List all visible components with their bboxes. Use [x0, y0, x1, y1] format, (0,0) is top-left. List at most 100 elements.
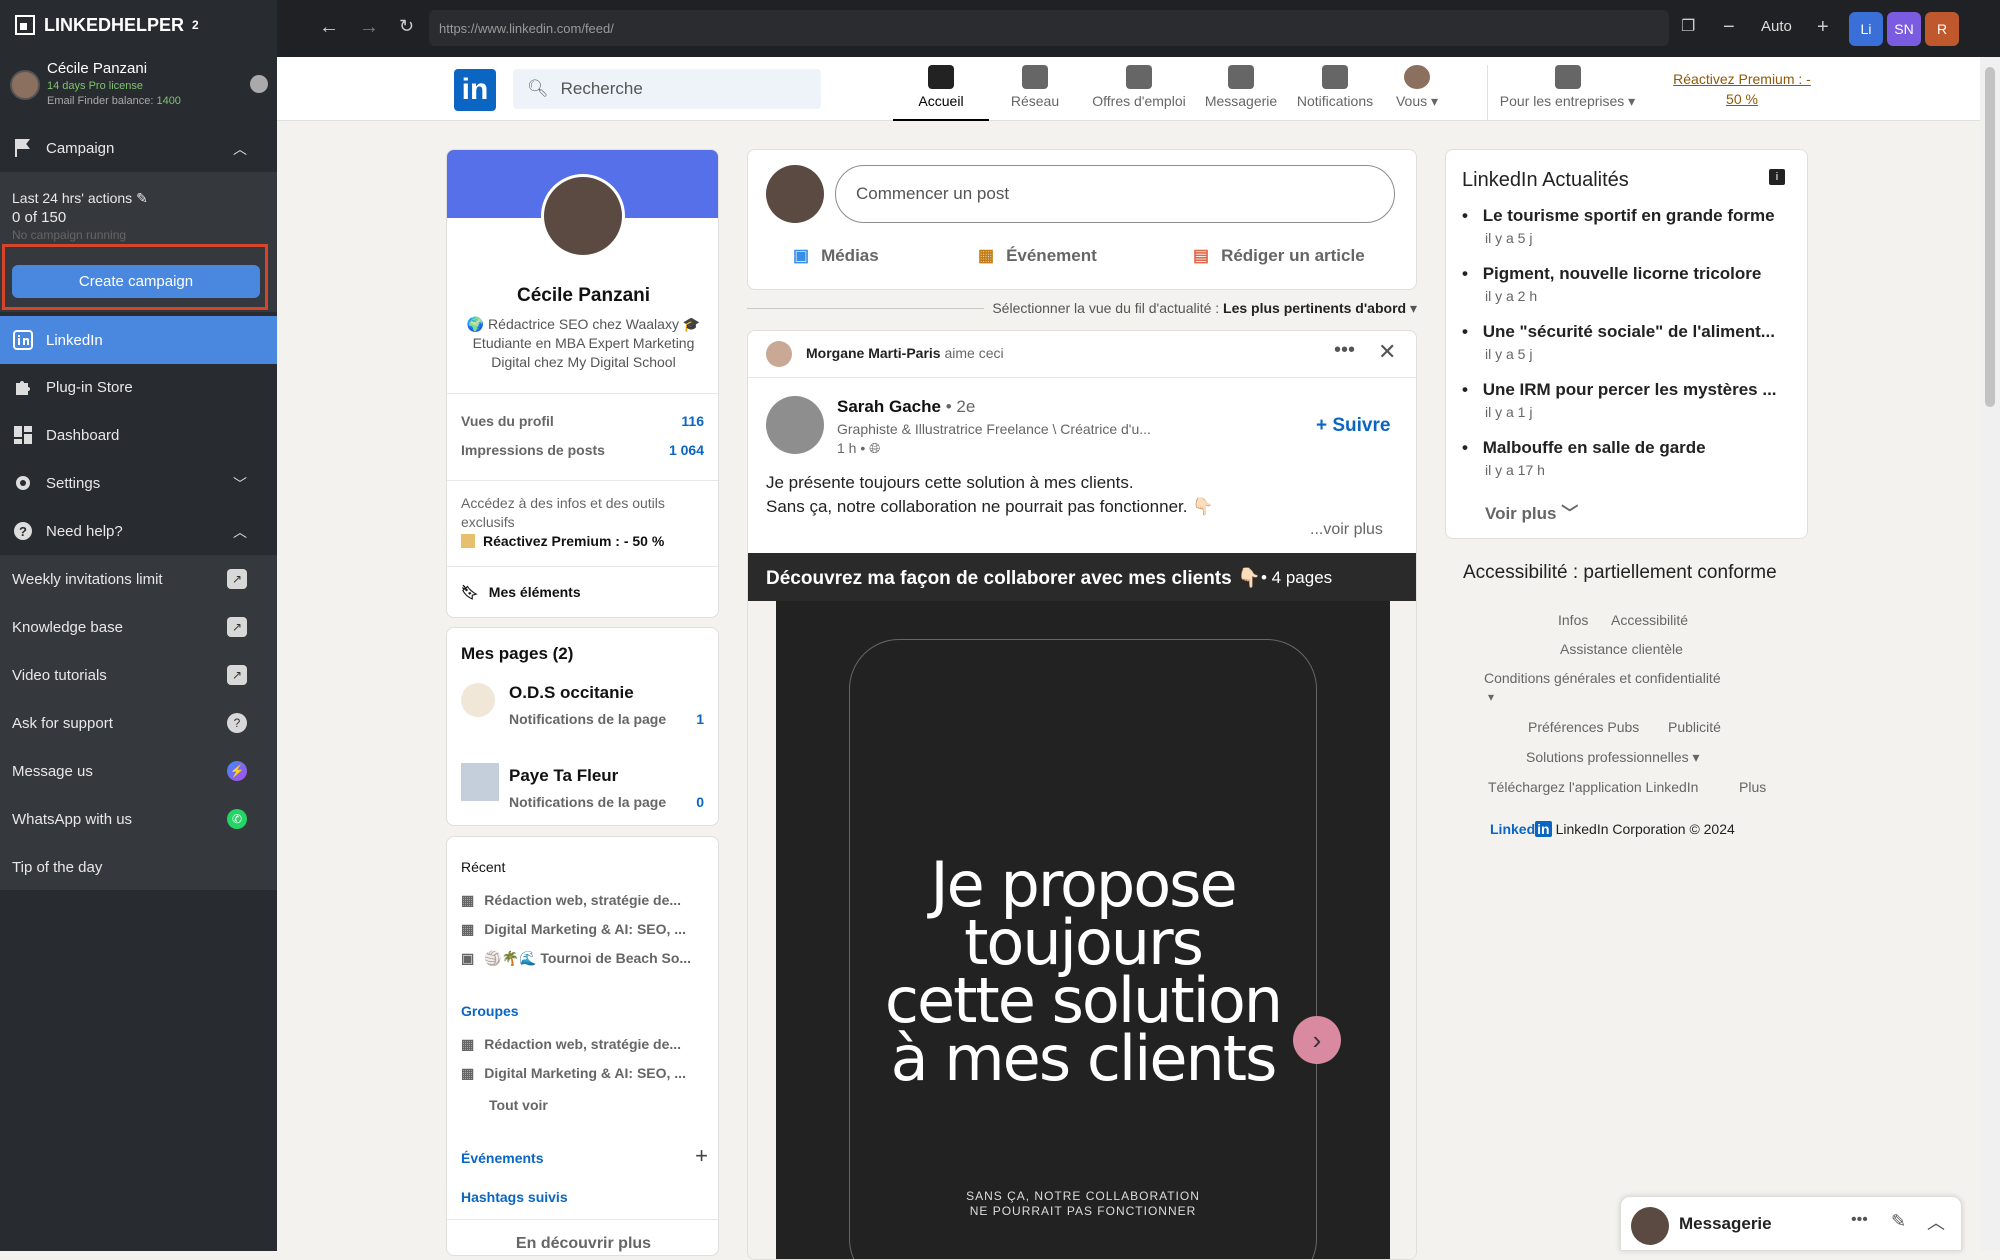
events-link[interactable]: Événements: [461, 1150, 543, 1166]
page-name[interactable]: O.D.S occitanie: [509, 683, 634, 703]
more-options-icon[interactable]: •••: [1334, 339, 1355, 362]
avatar[interactable]: [766, 341, 792, 367]
search-input[interactable]: 🔍︎ Recherche: [513, 69, 821, 109]
profile-chip-sn[interactable]: SN: [1887, 12, 1921, 46]
window-icon[interactable]: ❐: [1681, 16, 1695, 36]
footer-link[interactable]: Accessibilité: [1611, 612, 1688, 628]
footer-link[interactable]: Publicité: [1668, 719, 1721, 735]
next-slide-button[interactable]: ›: [1293, 1016, 1341, 1064]
nav-notifications[interactable]: Notifications: [1289, 65, 1381, 121]
page-notifications-count[interactable]: 1: [696, 711, 704, 727]
chevron-up-icon[interactable]: ︿: [1927, 1209, 1945, 1235]
zoom-mode[interactable]: Auto: [1761, 18, 1792, 35]
hashtags-link[interactable]: Hashtags suivis: [461, 1189, 568, 1205]
messaging-dock[interactable]: Messagerie ••• ✎ ︿: [1620, 1196, 1962, 1251]
zoom-out-icon[interactable]: −: [1723, 16, 1735, 39]
footer-link[interactable]: Infos: [1558, 612, 1588, 628]
write-article-button[interactable]: ▤ Rédiger un article: [1193, 246, 1365, 266]
profile-name[interactable]: Cécile Panzani: [447, 285, 718, 307]
news-item[interactable]: • Une IRM pour percer les mystères ...: [1462, 380, 1777, 400]
groups-title[interactable]: Groupes: [461, 1003, 519, 1019]
link-message-us[interactable]: Message us ⚡: [0, 747, 277, 795]
zoom-in-icon[interactable]: +: [1817, 16, 1829, 39]
avatar[interactable]: [766, 165, 824, 223]
post-impressions-value[interactable]: 1 064: [669, 442, 704, 458]
event-button[interactable]: ▦ Événement: [978, 246, 1097, 266]
news-item[interactable]: • Une "sécurité sociale" de l'aliment...: [1462, 322, 1775, 342]
caret-down-icon[interactable]: ▾: [1488, 690, 1494, 704]
link-video-tutorials[interactable]: Video tutorials ↗: [0, 651, 277, 699]
group-item[interactable]: ▦ Digital Marketing & AI: SEO, ...: [461, 1065, 686, 1082]
page-notifications-count[interactable]: 0: [696, 794, 704, 810]
url-bar[interactable]: https://www.linkedin.com/feed/: [429, 10, 1669, 46]
clock-icon[interactable]: [250, 75, 268, 93]
see-more-link[interactable]: ...voir plus: [1310, 521, 1383, 539]
profile-views-value[interactable]: 116: [681, 413, 704, 429]
nav-network[interactable]: Réseau: [999, 65, 1071, 121]
page-notifications-label[interactable]: Notifications de la page: [509, 794, 666, 810]
group-item[interactable]: ▦ Rédaction web, stratégie de...: [461, 1036, 681, 1053]
nav-me[interactable]: Vous ▾: [1387, 65, 1447, 121]
news-item[interactable]: • Le tourisme sportif en grande forme: [1462, 206, 1775, 226]
media-button[interactable]: ▣ Médias: [793, 246, 879, 266]
see-more-news[interactable]: Voir plus ﹀: [1485, 499, 1578, 524]
my-items-link[interactable]: 🔖︎ Mes éléments: [461, 584, 581, 601]
add-event-icon[interactable]: +: [695, 1143, 708, 1169]
recent-item[interactable]: ▦ Rédaction web, stratégie de...: [461, 892, 681, 909]
news-item[interactable]: • Pigment, nouvelle licorne tricolore: [1462, 264, 1761, 284]
page-scrollbar[interactable]: [1980, 57, 2000, 1251]
post-impressions-label[interactable]: Impressions de posts: [461, 442, 605, 458]
author-avatar[interactable]: [766, 396, 824, 454]
discover-more[interactable]: En découvrir plus: [447, 1235, 718, 1253]
feed-sort[interactable]: Sélectionner la vue du fil d'actualité :…: [984, 300, 1417, 317]
ods-logo[interactable]: [461, 683, 495, 717]
footer-link[interactable]: Téléchargez l'application LinkedIn: [1488, 779, 1698, 795]
follow-button[interactable]: + Suivre: [1316, 415, 1390, 437]
liker-name[interactable]: Morgane Marti-Paris: [806, 345, 941, 361]
scrollbar-thumb[interactable]: [1985, 67, 1995, 407]
accessibility-status[interactable]: Accessibilité : partiellement conforme: [1463, 562, 1777, 584]
recent-item[interactable]: ▣ 🏐🌴🌊 Tournoi de Beach So...: [461, 950, 691, 967]
sidebar-item-help[interactable]: ? Need help? ︿: [0, 507, 277, 555]
author-line[interactable]: Sarah Gache • 2e: [837, 397, 975, 417]
profile-chip-li[interactable]: Li: [1849, 12, 1883, 46]
footer-link[interactable]: Préférences Pubs: [1528, 719, 1639, 735]
reload-icon[interactable]: ↻: [399, 16, 414, 37]
link-whatsapp[interactable]: WhatsApp with us ✆: [0, 795, 277, 843]
premium-link[interactable]: Réactivez Premium : - 50 %: [1667, 69, 1817, 109]
more-options-icon[interactable]: •••: [1851, 1211, 1868, 1229]
sidebar-item-plugin-store[interactable]: Plug-in Store: [0, 363, 277, 411]
profile-chip-r[interactable]: R: [1925, 12, 1959, 46]
page-name[interactable]: Paye Ta Fleur: [509, 766, 618, 786]
footer-link[interactable]: Assistance clientèle: [1560, 641, 1683, 657]
page-notifications-label[interactable]: Notifications de la page: [509, 711, 666, 727]
nav-business[interactable]: Pour les entreprises ▾: [1487, 65, 1647, 121]
create-campaign-button[interactable]: Create campaign: [12, 265, 260, 298]
link-tip-of-day[interactable]: Tip of the day: [0, 843, 277, 891]
premium-promo-link[interactable]: Réactivez Premium : - 50 %: [461, 533, 664, 549]
footer-link[interactable]: Plus: [1739, 779, 1766, 795]
see-all-groups[interactable]: Tout voir: [489, 1097, 548, 1113]
link-knowledge-base[interactable]: Knowledge base ↗: [0, 603, 277, 651]
news-item[interactable]: • Malbouffe en salle de garde: [1462, 438, 1706, 458]
start-post-input[interactable]: Commencer un post: [835, 165, 1395, 223]
linkedin-logo[interactable]: in: [454, 69, 496, 111]
link-weekly-invitations[interactable]: Weekly invitations limit ↗: [0, 555, 277, 603]
recent-item[interactable]: ▦ Digital Marketing & AI: SEO, ...: [461, 921, 686, 938]
messaging-title[interactable]: Messagerie: [1679, 1214, 1772, 1234]
sidebar-item-settings[interactable]: Settings ﹀: [0, 459, 277, 507]
sidebar-item-linkedin[interactable]: LinkedIn: [0, 316, 277, 364]
info-icon[interactable]: i: [1769, 169, 1785, 185]
compose-icon[interactable]: ✎: [1891, 1211, 1906, 1232]
footer-link[interactable]: Conditions générales et confidentialité: [1484, 670, 1721, 686]
forward-arrow-icon[interactable]: →: [359, 16, 379, 39]
profile-views-label[interactable]: Vues du profil: [461, 413, 554, 429]
close-icon[interactable]: ✕: [1378, 339, 1396, 365]
profile-avatar[interactable]: [541, 174, 625, 258]
document-viewer[interactable]: Je propose toujours cette solution à mes…: [748, 601, 1416, 1259]
edit-icon[interactable]: ✎: [136, 190, 148, 206]
nav-messaging[interactable]: Messagerie: [1199, 65, 1283, 121]
nav-jobs[interactable]: Offres d'emploi: [1083, 65, 1195, 121]
link-ask-support[interactable]: Ask for support?: [0, 699, 277, 747]
nav-home[interactable]: Accueil: [893, 65, 989, 121]
